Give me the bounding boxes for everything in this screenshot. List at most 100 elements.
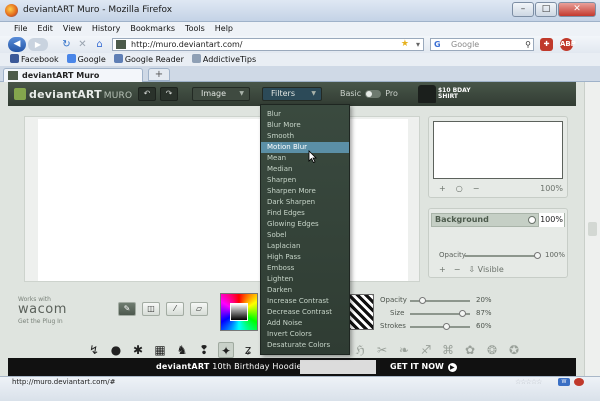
zoom-out-button[interactable]: −: [473, 184, 480, 193]
undo-button[interactable]: ↶: [138, 87, 156, 101]
status-addon-icon[interactable]: [574, 378, 584, 386]
filter-item-motion-blur[interactable]: Motion Blur: [261, 142, 349, 153]
menu-file[interactable]: File: [14, 22, 27, 36]
filters-menu-button[interactable]: Filters ▼: [262, 87, 322, 101]
brush-option[interactable]: ♞: [174, 342, 190, 358]
navigator-preview[interactable]: [433, 121, 563, 179]
zoom-reset-button[interactable]: ○: [456, 184, 463, 193]
bookmark-star-icon[interactable]: ★: [401, 39, 409, 50]
brush-option[interactable]: ⌘: [440, 342, 456, 358]
page-scrollbar[interactable]: [584, 82, 600, 376]
strokes-knob[interactable]: [442, 323, 450, 330]
filter-item-emboss[interactable]: Emboss: [261, 263, 349, 274]
brush-option[interactable]: ●: [108, 342, 124, 358]
filter-item-increase-contrast[interactable]: Increase Contrast: [261, 296, 349, 307]
opacity-knob[interactable]: [418, 297, 426, 304]
brush-option[interactable]: ✱: [130, 342, 146, 358]
filter-item-sharpen[interactable]: Sharpen: [261, 175, 349, 186]
filter-item-find-edges[interactable]: Find Edges: [261, 208, 349, 219]
brush-option[interactable]: ✪: [506, 342, 522, 358]
bookmark-google[interactable]: Google: [66, 53, 106, 66]
adblock-icon[interactable]: ABP: [560, 38, 576, 51]
brush-option[interactable]: ℌ: [352, 342, 368, 358]
minimize-button[interactable]: –: [512, 2, 534, 17]
menu-help[interactable]: Help: [215, 22, 233, 36]
filter-item-smooth[interactable]: Smooth: [261, 131, 349, 142]
search-input[interactable]: G Google ⚲: [430, 38, 534, 51]
filter-item-high-pass[interactable]: High Pass: [261, 252, 349, 263]
brush-option[interactable]: ✿: [462, 342, 478, 358]
rating-stars[interactable]: ☆☆☆☆☆: [515, 378, 542, 386]
brush-option[interactable]: ↯: [86, 342, 102, 358]
filter-item-invert-colors[interactable]: Invert Colors: [261, 329, 349, 340]
search-icon[interactable]: ⚲: [525, 39, 531, 50]
tshirt-icon[interactable]: [418, 85, 436, 103]
muro-logo[interactable]: deviantART MURO: [14, 88, 132, 101]
filter-item-median[interactable]: Median: [261, 164, 349, 175]
forward-button[interactable]: ▶: [28, 38, 48, 51]
image-menu-button[interactable]: Image ▼: [192, 87, 250, 101]
brush-texture-swatch[interactable]: [346, 294, 374, 330]
bookmark-google-reader[interactable]: Google Reader: [113, 53, 184, 66]
reload-icon[interactable]: ↻: [60, 38, 73, 51]
tab-deviantart-muro[interactable]: deviantART Muro: [3, 68, 143, 82]
filter-item-mean[interactable]: Mean: [261, 153, 349, 164]
layer-visibility-icon[interactable]: [528, 216, 536, 224]
size-knob[interactable]: [458, 310, 466, 317]
home-icon[interactable]: ⌂: [93, 38, 106, 51]
brush-option-selected[interactable]: ✦: [218, 342, 234, 358]
bookmark-addictivetips[interactable]: AddictiveTips: [191, 53, 256, 66]
dropdown-arrow-icon[interactable]: ▾: [416, 39, 420, 50]
brush-option[interactable]: ❢: [196, 342, 212, 358]
menu-tools[interactable]: Tools: [185, 22, 205, 36]
drawing-canvas[interactable]: [38, 119, 408, 281]
layer-row[interactable]: Background 100%: [431, 213, 565, 227]
brush-option[interactable]: ✂: [374, 342, 390, 358]
opacity-slider[interactable]: Opacity 20%: [380, 296, 500, 306]
close-window-button[interactable]: ✕: [558, 2, 596, 17]
filter-item-desaturate-colors[interactable]: Desaturate Colors: [261, 340, 349, 351]
back-button[interactable]: ◀: [8, 37, 26, 52]
menu-edit[interactable]: Edit: [37, 22, 53, 36]
color-picker[interactable]: [220, 293, 258, 331]
filter-item-glowing-edges[interactable]: Glowing Edges: [261, 219, 349, 230]
filter-item-blur[interactable]: Blur: [261, 109, 349, 120]
wot-icon[interactable]: W: [558, 378, 570, 386]
menu-bookmarks[interactable]: Bookmarks: [130, 22, 175, 36]
mode-toggle[interactable]: Basic Pro: [340, 89, 398, 98]
eraser-tool-button[interactable]: ◫: [142, 302, 160, 316]
wacom-promo[interactable]: Works with wacom Get the Plug In: [18, 296, 67, 325]
layer-visible-toggle[interactable]: ⇩ Visible: [468, 265, 503, 274]
new-tab-button[interactable]: +: [148, 68, 170, 81]
menu-view[interactable]: View: [63, 22, 82, 36]
filter-item-decrease-contrast[interactable]: Decrease Contrast: [261, 307, 349, 318]
brush-tool-button[interactable]: ✎: [118, 302, 136, 316]
strokes-track[interactable]: [410, 326, 470, 328]
filter-item-dark-sharpen[interactable]: Dark Sharpen: [261, 197, 349, 208]
smudge-tool-button[interactable]: ▱: [190, 302, 208, 316]
filter-item-darken[interactable]: Darken: [261, 285, 349, 296]
brush-option[interactable]: ▦: [152, 342, 168, 358]
banner-cta[interactable]: GET IT NOW ▶: [390, 362, 457, 372]
color-shade-square[interactable]: [230, 303, 248, 321]
brush-option[interactable]: ♐: [418, 342, 434, 358]
filter-item-add-noise[interactable]: Add Noise: [261, 318, 349, 329]
maximize-button[interactable]: □: [535, 2, 557, 17]
address-bar[interactable]: http://muro.deviantart.com/ ★ ▾: [112, 38, 424, 51]
brush-option[interactable]: ʑ: [240, 342, 256, 358]
layer-opacity-track[interactable]: [465, 255, 537, 257]
mode-switch[interactable]: [365, 89, 382, 98]
menu-history[interactable]: History: [92, 22, 120, 36]
filter-item-laplacian[interactable]: Laplacian: [261, 241, 349, 252]
filter-item-lighten[interactable]: Lighten: [261, 274, 349, 285]
layer-opacity-knob[interactable]: [534, 252, 541, 259]
promo-banner[interactable]: deviantART 10th Birthday Hoodie GET IT N…: [8, 358, 576, 376]
filter-item-sharpen-more[interactable]: Sharpen More: [261, 186, 349, 197]
brush-option[interactable]: ❧: [396, 342, 412, 358]
brush-option[interactable]: ❂: [484, 342, 500, 358]
layer-opacity-slider[interactable]: Opacity 100%: [439, 251, 565, 259]
wacom-plugin-link[interactable]: Get the Plug In: [18, 318, 67, 325]
scrollbar-thumb[interactable]: [588, 222, 597, 236]
remove-layer-button[interactable]: −: [454, 265, 461, 274]
strokes-slider[interactable]: Strokes 60%: [380, 322, 500, 332]
